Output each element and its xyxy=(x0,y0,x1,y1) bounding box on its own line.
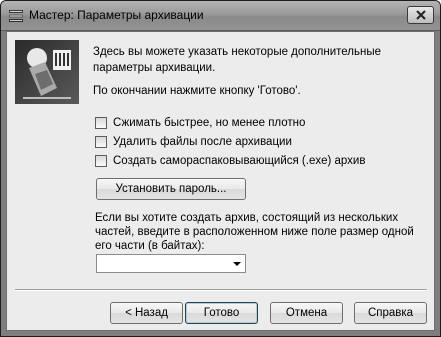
chevron-down-icon[interactable] xyxy=(233,262,241,266)
volume-size-select[interactable] xyxy=(96,254,246,273)
finish-button[interactable]: Готово xyxy=(185,302,258,324)
option-delete-files[interactable]: Удалить файлы после архивации xyxy=(95,136,292,148)
option-sfx-archive[interactable]: Создать самораспаковывающийся (.exe) арх… xyxy=(95,155,365,167)
back-button[interactable]: < Назад xyxy=(110,302,183,324)
option-label: Создать самораспаковывающийся (.exe) арх… xyxy=(113,155,366,167)
wizard-archive-icon xyxy=(15,40,79,104)
close-icon xyxy=(415,10,426,20)
help-button[interactable]: Справка xyxy=(354,302,427,324)
option-label: Сжимать быстрее, но менее плотно xyxy=(113,117,306,129)
close-button[interactable] xyxy=(407,6,434,24)
wizard-window: Мастер: Параметры архивации Здесь вы мож xyxy=(0,0,441,337)
set-password-button[interactable]: Установить пароль... xyxy=(96,178,246,200)
option-faster-compression[interactable]: Сжимать быстрее, но менее плотно xyxy=(95,117,305,129)
footer-divider xyxy=(15,289,427,291)
volume-size-instructions: Если вы хотите создать архив, состоящий … xyxy=(95,212,414,252)
title-bar[interactable]: Мастер: Параметры архивации xyxy=(1,1,440,31)
winrar-books-icon xyxy=(9,10,23,22)
wizard-description: Здесь вы можете указать некоторые дополн… xyxy=(93,46,381,74)
wizard-content: Здесь вы можете указать некоторые дополн… xyxy=(6,31,435,331)
wizard-instruction: По окончании нажмите кнопку 'Готово'. xyxy=(93,85,301,97)
cancel-button[interactable]: Отмена xyxy=(270,302,343,324)
checkbox[interactable] xyxy=(95,136,107,148)
option-label: Удалить файлы после архивации xyxy=(113,136,292,148)
window-title: Мастер: Параметры архивации xyxy=(29,8,204,22)
checkbox[interactable] xyxy=(95,155,107,167)
checkbox[interactable] xyxy=(95,117,107,129)
